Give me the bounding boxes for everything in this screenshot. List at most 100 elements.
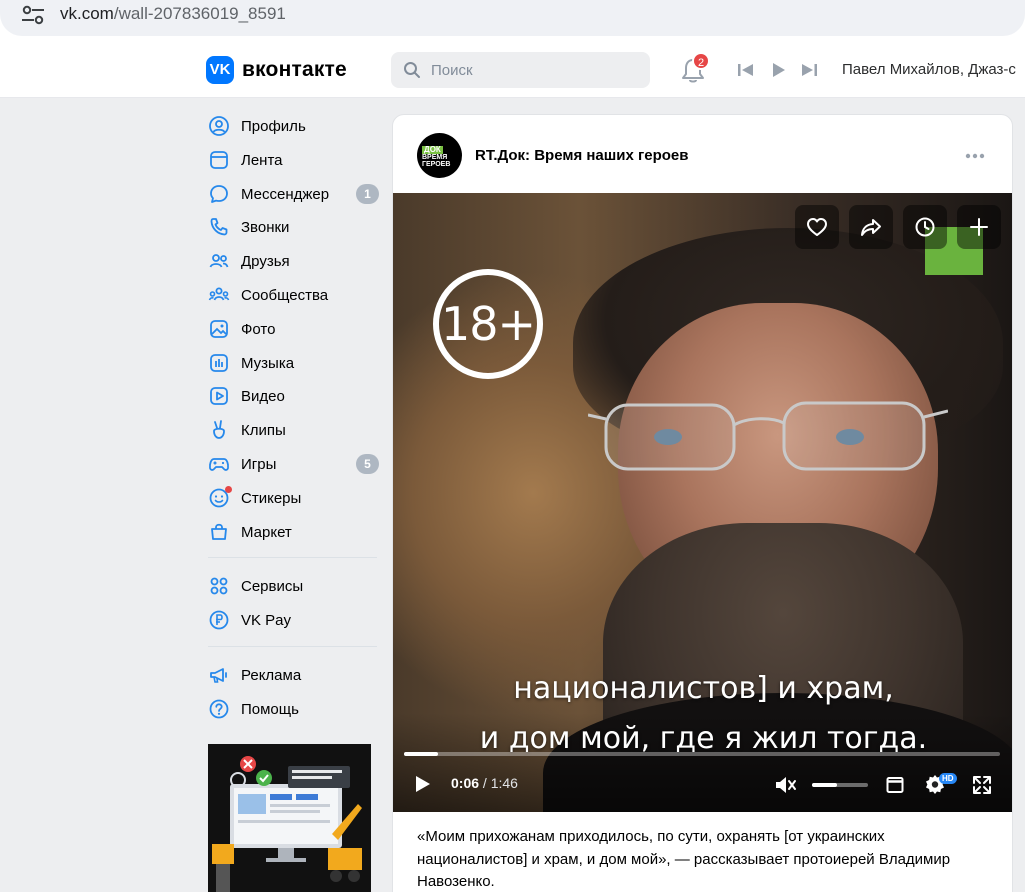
sidebar-item-games[interactable]: Игры 5 — [200, 446, 385, 480]
vk-logo-icon[interactable]: VK — [206, 56, 234, 84]
url-host: vk.com — [60, 4, 114, 23]
video-subtitle-line-2: и дом мой, где я жил тогда. — [479, 721, 928, 756]
avatar-logo-text: ДОК — [422, 145, 443, 154]
stickers-new-dot — [225, 485, 232, 493]
games-icon — [209, 458, 229, 471]
sidebar-item-help[interactable]: Помощь — [200, 691, 385, 725]
sidebar-item-video[interactable]: Видео — [200, 378, 385, 412]
add-video-button[interactable] — [957, 205, 1001, 249]
sidebar-item-label: Мессенджер — [241, 185, 330, 203]
sidebar-item-music[interactable]: Музыка — [200, 345, 385, 379]
music-icon — [210, 353, 228, 372]
sidebar-item-label: Профиль — [241, 118, 306, 135]
vkpay-icon — [209, 610, 229, 630]
post-author-name[interactable]: RT.Док: Время наших героев — [475, 147, 688, 164]
messenger-count-badge: 1 — [356, 183, 379, 204]
video-progress-fill — [404, 752, 438, 756]
sidebar-item-label: Сервисы — [241, 578, 304, 596]
sidebar-item-label: VK Pay — [241, 612, 292, 630]
friends-icon — [209, 254, 229, 268]
search-input[interactable] — [431, 52, 641, 88]
sidebar-item-messenger[interactable]: Мессенджер 1 — [200, 176, 385, 210]
photo-icon — [210, 319, 228, 338]
user-circle-icon — [209, 116, 229, 136]
help-icon — [209, 699, 229, 719]
sidebar-item-stickers[interactable]: Стикеры — [200, 480, 385, 514]
sidebar-divider — [208, 557, 377, 559]
video-progress-bar[interactable] — [404, 752, 1000, 756]
volume-muted-icon[interactable] — [774, 774, 798, 796]
like-video-button[interactable] — [795, 205, 839, 249]
sidebar-item-label: Клипы — [241, 422, 286, 440]
notifications-badge: 2 — [692, 52, 710, 70]
message-icon — [210, 184, 228, 203]
games-count-badge: 5 — [356, 453, 379, 474]
newsfeed-icon — [210, 150, 228, 169]
age-rating-badge: 18+ — [433, 269, 543, 379]
sidebar-item-label: Видео — [241, 388, 285, 406]
sidebar-ad-banner[interactable] — [208, 744, 371, 892]
market-icon — [211, 523, 227, 540]
sidebar-item-clips[interactable]: Клипы — [200, 412, 385, 446]
sidebar-item-label: Друзья — [241, 253, 290, 271]
now-playing-track[interactable]: Павел Михайлов, Джаз-с — [842, 61, 1025, 78]
sidebar-item-label: Реклама — [241, 666, 302, 684]
watch-later-button[interactable] — [903, 205, 947, 249]
site-settings-icon[interactable] — [18, 2, 48, 28]
search-box[interactable] — [391, 52, 650, 88]
more-options-icon[interactable] — [965, 153, 985, 159]
url-text[interactable]: vk.com/wall-207836019_8591 — [60, 4, 286, 24]
sidebar-item-vkpay[interactable]: VK Pay — [200, 602, 385, 636]
volume-slider-fill — [812, 783, 838, 787]
previous-track-icon[interactable] — [736, 60, 756, 80]
sidebar-divider — [208, 645, 377, 647]
next-track-icon[interactable] — [799, 60, 819, 80]
ad-illustration — [208, 744, 371, 892]
clock-icon — [915, 217, 935, 237]
play-icon[interactable] — [411, 773, 433, 795]
sidebar-item-newsfeed[interactable]: Лента — [200, 142, 385, 176]
heart-icon — [807, 218, 827, 236]
video-time: 0:06 / 1:46 — [451, 775, 518, 791]
search-icon — [404, 62, 420, 78]
share-video-button[interactable] — [849, 205, 893, 249]
browser-address-bar: vk.com/wall-207836019_8591 — [0, 0, 1025, 42]
sidebar-item-label: Музыка — [241, 354, 295, 372]
wall-post: ДОК ВРЕМЯ ГЕРОЕВ RT.Док: Время наших гер… — [392, 114, 1013, 892]
clips-icon — [213, 420, 225, 440]
time-separator: / — [482, 775, 487, 791]
vk-wordmark[interactable]: вконтакте — [242, 58, 347, 82]
sidebar-item-label: Лента — [241, 151, 283, 169]
hd-quality-badge: HD — [939, 773, 957, 784]
video-player[interactable]: 18+ националистов] и храм, и дом мой, гд… — [393, 193, 1012, 812]
sidebar-item-label: Звонки — [241, 219, 290, 237]
avatar-logo-subtext: ВРЕМЯ ГЕРОЕВ — [422, 154, 451, 168]
sidebar-item-communities[interactable]: Сообщества — [200, 277, 385, 311]
sidebar-item-market[interactable]: Маркет — [200, 514, 385, 548]
sidebar-item-label: Маркет — [241, 523, 292, 541]
community-avatar[interactable]: ДОК ВРЕМЯ ГЕРОЕВ — [417, 133, 462, 178]
sidebar-item-label: Сообщества — [241, 286, 329, 304]
sidebar-item-label: Игры — [241, 455, 277, 473]
communities-icon — [208, 287, 230, 301]
left-sidebar: Профиль Лента Мессенджер 1 Звонки Друзья… — [200, 108, 385, 725]
volume-slider[interactable] — [812, 783, 868, 787]
current-time: 0:06 — [451, 775, 480, 791]
sidebar-item-ads[interactable]: Реклама — [200, 657, 385, 691]
sidebar-item-profile[interactable]: Профиль — [200, 108, 385, 142]
mini-player-icon[interactable] — [885, 775, 905, 795]
phone-icon — [210, 218, 228, 236]
vk-header: VK вконтакте 2 Павел Михайлов, Джаз-с — [0, 42, 1025, 98]
video-icon — [210, 387, 228, 406]
sidebar-item-services[interactable]: Сервисы — [200, 568, 385, 602]
sidebar-item-friends[interactable]: Друзья — [200, 243, 385, 277]
sidebar-item-calls[interactable]: Звонки — [200, 209, 385, 243]
services-icon — [210, 577, 228, 595]
megaphone-icon — [210, 668, 227, 683]
video-frame-glasses — [588, 401, 948, 471]
play-track-icon[interactable] — [768, 60, 788, 80]
sidebar-item-photos[interactable]: Фото — [200, 311, 385, 345]
post-text: «Моим прихожанам приходилось, по сути, о… — [417, 828, 951, 890]
fullscreen-icon[interactable] — [971, 774, 993, 796]
plus-icon — [970, 218, 988, 236]
